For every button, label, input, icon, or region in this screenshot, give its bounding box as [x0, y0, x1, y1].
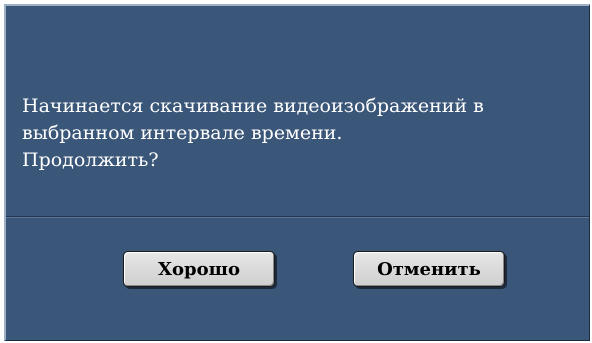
message-area: Начинается скачивание видеоизображений в… — [6, 6, 589, 216]
dialog-message: Начинается скачивание видеоизображений в… — [22, 93, 582, 174]
message-line-3: Продолжить? — [22, 149, 159, 171]
confirm-download-dialog: Начинается скачивание видеоизображений в… — [4, 4, 590, 341]
message-line-2: выбранном интервале времени. — [22, 122, 343, 144]
message-line-1: Начинается скачивание видеоизображений в — [22, 95, 484, 117]
cancel-button[interactable]: Отменить — [353, 251, 505, 287]
dialog-separator — [6, 216, 589, 218]
ok-button[interactable]: Хорошо — [123, 251, 275, 287]
